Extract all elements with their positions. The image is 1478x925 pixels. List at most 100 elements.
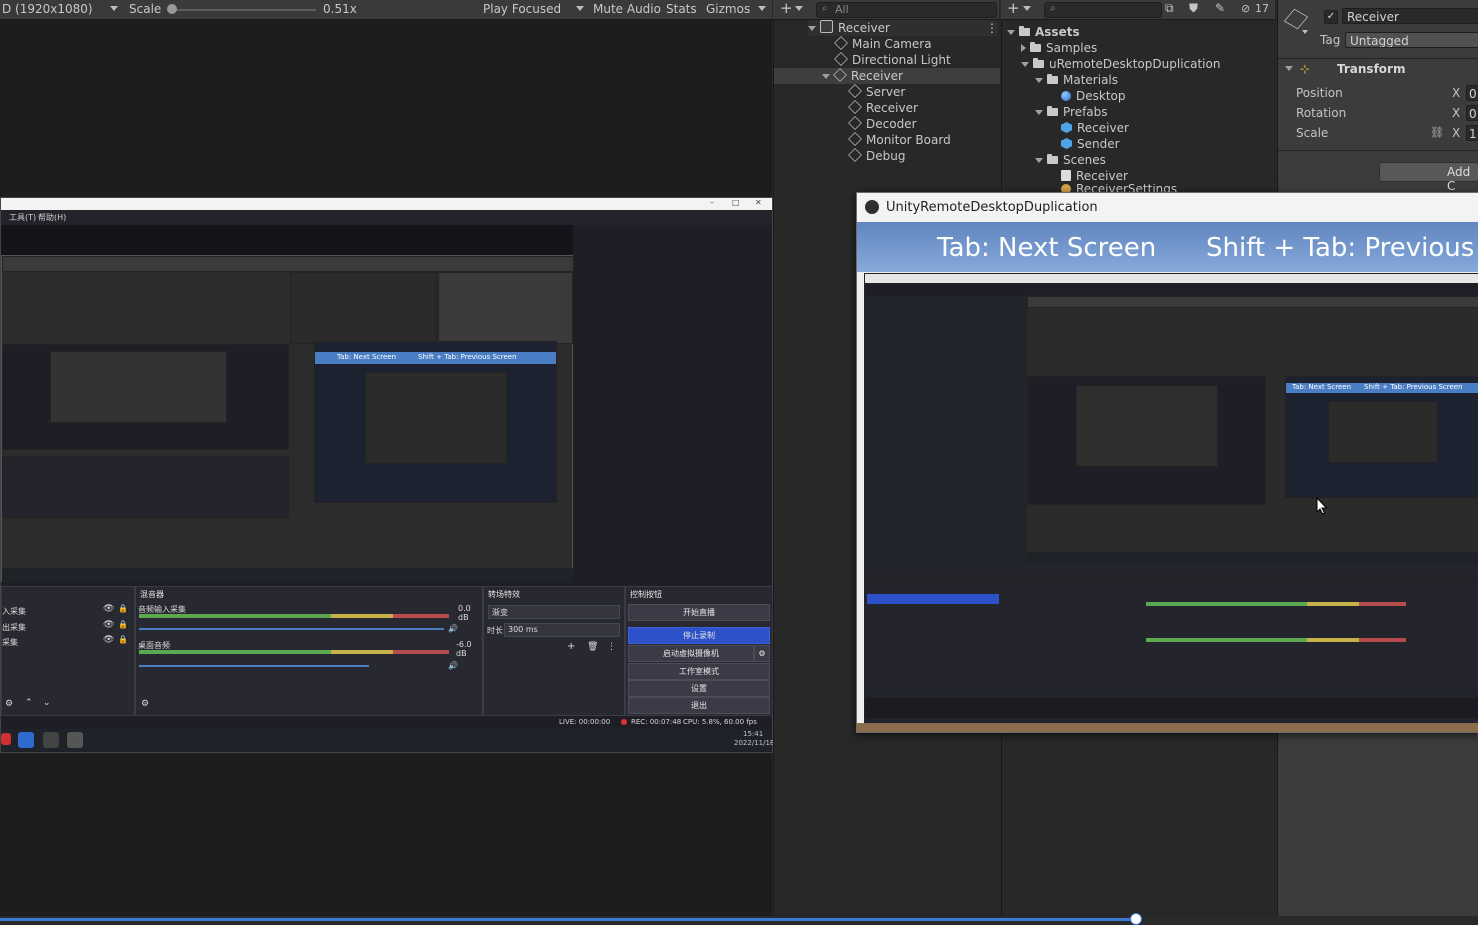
project-item-desktop-material[interactable]: Desktop [1061, 88, 1126, 104]
chevron-down-icon[interactable] [822, 74, 830, 79]
tag-dropdown[interactable]: Untagged [1345, 32, 1478, 48]
speaker-icon[interactable]: 🔊 [448, 661, 458, 670]
item-label: Samples [1046, 41, 1098, 55]
settings-button[interactable]: 设置 [628, 680, 770, 697]
chevron-down-icon[interactable] [1285, 66, 1293, 71]
duration-input[interactable]: 300 ms [504, 623, 620, 637]
app-icon[interactable] [18, 732, 34, 748]
gizmos-button[interactable]: Gizmos [706, 2, 750, 16]
source-item[interactable]: 入采集 [2, 606, 26, 617]
chevron-right-icon[interactable] [1021, 44, 1026, 52]
chevron-down-icon[interactable] [110, 6, 118, 11]
lock-icon[interactable]: 🔒 [118, 635, 128, 644]
project-item-scenes[interactable]: Scenes [1035, 152, 1106, 168]
scale-slider-track[interactable] [170, 9, 316, 11]
hierarchy-item-main-camera[interactable]: Main Camera [834, 36, 932, 52]
rotation-x-input[interactable]: 0 [1466, 105, 1478, 121]
label-icon[interactable]: ✎ [1215, 1, 1225, 15]
project-item-receiver-scene[interactable]: Receiver [1061, 168, 1128, 184]
volume-slider[interactable] [139, 628, 444, 630]
studio-mode-button[interactable]: 工作室模式 [628, 663, 770, 680]
down-arrow-icon[interactable]: ⌄ [43, 698, 51, 708]
link-icon[interactable]: ⛓ [1430, 126, 1444, 139]
project-item-prefabs[interactable]: Prefabs [1035, 104, 1108, 120]
filter-icon[interactable]: ⛊ [1189, 1, 1198, 16]
search-by-type-icon[interactable]: ⧉ [1165, 1, 1174, 16]
start-streaming-button[interactable]: 开始直播 [628, 604, 770, 621]
project-item-materials[interactable]: Materials [1035, 72, 1118, 88]
project-item-receiver-prefab[interactable]: Receiver [1061, 120, 1129, 136]
chevron-down-icon[interactable] [758, 6, 766, 11]
gear-icon[interactable]: ⚙ [754, 645, 770, 662]
app-icon[interactable] [1, 733, 11, 745]
scene-row[interactable]: Receiver ⋮ [808, 20, 998, 36]
stop-recording-button[interactable]: 停止录制 [628, 627, 770, 644]
play-focused-dropdown[interactable]: Play Focused [483, 2, 561, 16]
chevron-down-icon[interactable] [1035, 158, 1043, 163]
search-icon: ⌕ [1050, 3, 1056, 14]
active-checkbox[interactable]: ✓ [1324, 10, 1338, 24]
stats-button[interactable]: Stats [666, 2, 697, 16]
start-virtual-camera-button[interactable]: 启动虚拟摄像机 [628, 645, 754, 662]
hierarchy-item-receiver[interactable]: Receiver [774, 68, 1000, 84]
hierarchy-item-debug[interactable]: Debug [848, 148, 905, 164]
eye-icon[interactable]: 👁 [103, 604, 114, 614]
up-arrow-icon[interactable]: ⌃ [25, 698, 33, 708]
scale-x-input[interactable]: 1 [1466, 125, 1478, 141]
speaker-icon[interactable]: 🔊 [448, 624, 458, 633]
eye-icon[interactable]: 👁 [103, 620, 114, 630]
chevron-down-icon[interactable] [1021, 62, 1029, 67]
hidden-eye-icon[interactable]: ⊘ [1241, 2, 1250, 15]
link-icon[interactable]: ⚙ [141, 699, 149, 709]
mute-audio-button[interactable]: Mute Audio [593, 2, 661, 16]
hierarchy-item-server[interactable]: Server [848, 84, 905, 100]
chevron-down-icon[interactable] [795, 6, 803, 11]
lock-icon[interactable]: 🔒 [118, 620, 128, 629]
eye-icon[interactable]: 👁 [103, 635, 114, 645]
volume-slider[interactable] [139, 665, 369, 667]
chevron-down-icon[interactable] [576, 6, 584, 11]
lock-icon[interactable]: 🔒 [118, 604, 128, 613]
resolution-dropdown[interactable]: D (1920x1080) [2, 2, 93, 16]
chevron-down-icon[interactable] [808, 26, 816, 31]
hierarchy-search-input[interactable]: ⌕ All [816, 2, 997, 18]
item-label: uRemoteDesktopDuplication [1049, 57, 1221, 71]
hierarchy-item-monitor-board[interactable]: Monitor Board [848, 132, 951, 148]
chevron-down-icon[interactable] [1302, 30, 1308, 34]
unity-app-icon[interactable] [67, 732, 83, 748]
project-item-samples[interactable]: Samples [1021, 40, 1097, 56]
timeline-scrubber[interactable] [1130, 913, 1142, 925]
object-name-input[interactable]: Receiver [1342, 8, 1478, 24]
transition-select[interactable]: 渐变 [488, 605, 620, 619]
more-icon[interactable]: ⋮ [607, 642, 616, 652]
add-icon[interactable]: + [780, 0, 793, 17]
volume-meter [139, 614, 449, 618]
obs-app-icon[interactable] [43, 732, 59, 748]
hierarchy-item-receiver-child[interactable]: Receiver [848, 100, 918, 116]
add-icon[interactable]: + [567, 641, 575, 652]
source-item[interactable]: 出采集 [2, 622, 26, 633]
project-item-receiver-settings[interactable]: ReceiverSettings [1061, 184, 1177, 192]
chevron-down-icon[interactable] [1023, 6, 1031, 11]
hierarchy-item-directional-light[interactable]: Directional Light [834, 52, 951, 68]
project-item-assets[interactable]: Assets [1007, 24, 1080, 40]
add-icon[interactable]: + [1007, 0, 1020, 17]
chevron-down-icon[interactable] [1035, 110, 1043, 115]
hierarchy-item-decoder[interactable]: Decoder [848, 116, 917, 132]
project-item-sender-prefab[interactable]: Sender [1061, 136, 1120, 152]
more-icon[interactable]: ⋮ [986, 20, 998, 36]
project-search-input[interactable]: ⌕ [1044, 2, 1162, 18]
trash-icon[interactable]: 🗑 [587, 642, 598, 652]
project-item-uremotedesktopduplication[interactable]: uRemoteDesktopDuplication [1021, 56, 1220, 72]
position-x-input[interactable]: 0 [1466, 85, 1478, 101]
chevron-down-icon[interactable] [1007, 30, 1015, 35]
folder-icon [1019, 26, 1030, 36]
add-component-button[interactable]: Add C [1379, 162, 1478, 193]
source-item[interactable]: 采集 [2, 637, 18, 648]
chevron-down-icon[interactable] [1035, 78, 1043, 83]
remote-titlebar[interactable]: UnityRemoteDesktopDuplication [857, 193, 1478, 222]
scale-slider-handle[interactable] [167, 4, 177, 14]
gear-icon[interactable]: ⚙ [5, 699, 13, 709]
remote-desktop-window[interactable]: UnityRemoteDesktopDuplication Tab: Next … [856, 192, 1478, 733]
exit-button[interactable]: 退出 [628, 697, 770, 714]
